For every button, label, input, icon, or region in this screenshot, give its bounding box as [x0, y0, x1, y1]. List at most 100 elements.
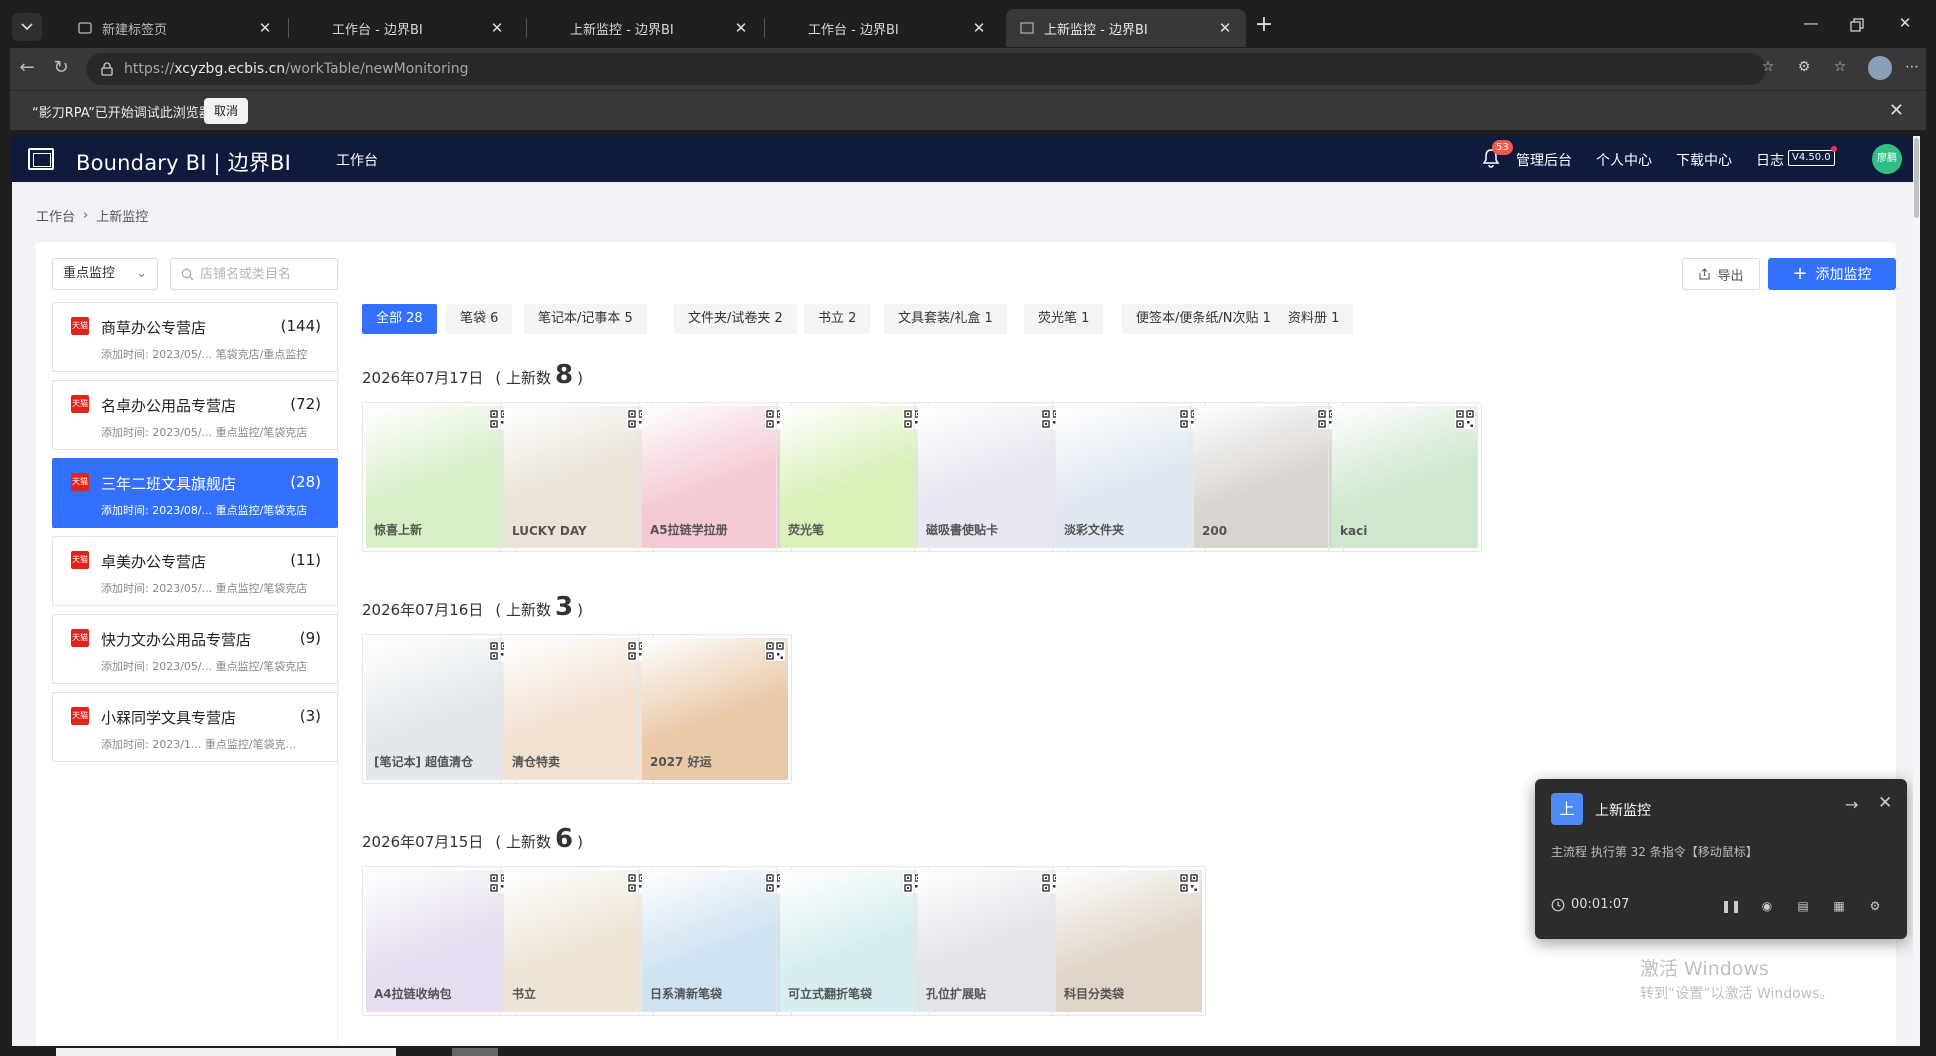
log-document-icon[interactable]: ▤ [1785, 895, 1821, 917]
extensions-icon[interactable]: ⚙ [1794, 59, 1814, 79]
refresh-icon[interactable]: ↻ [50, 58, 72, 80]
shop-item[interactable]: 天猫 小槑同学文具专营店 (3) 添加时间: 2023/1... 重点监控/笔袋… [52, 692, 338, 762]
shop-item[interactable]: 天猫 名卓办公用品专营店 (72) 添加时间: 2023/05/... 重点监控… [52, 380, 338, 450]
shop-search-box[interactable] [170, 258, 338, 290]
favorites-icon[interactable]: ☆ [1830, 59, 1850, 79]
close-infobar-icon[interactable]: ✕ [1889, 100, 1904, 121]
category-tab[interactable]: 文件夹/试卷夹 2 [674, 304, 797, 334]
star-icon[interactable]: ☆ [1758, 59, 1778, 79]
settings-icon[interactable]: ⚙ [1857, 895, 1893, 917]
browser-tab-4[interactable]: 工作台 - 边界BI ✕ [766, 9, 1000, 47]
category-tab[interactable]: 书立 2 [804, 304, 871, 334]
product-thumbnail[interactable]: 日系清新笔袋 [638, 866, 792, 1016]
product-thumbnail[interactable]: 200 [1190, 402, 1344, 552]
category-tab[interactable]: 笔记本/记事本 5 [524, 304, 647, 334]
product-thumbnail[interactable]: 孔位扩展贴 [914, 866, 1068, 1016]
page-scrollbar[interactable] [1913, 136, 1920, 1046]
back-arrow-icon[interactable]: ← [16, 58, 38, 80]
day-count-prefix: ( 上新数 [495, 833, 551, 851]
shop-name: 小槑同学文具专营店 [101, 709, 237, 727]
category-tab-all[interactable]: 全部 28 [362, 304, 437, 334]
taskbar-item[interactable] [452, 1048, 498, 1056]
product-thumbnail[interactable]: A5拉链学拉册 [638, 402, 792, 552]
close-tab-icon[interactable]: ✕ [258, 21, 272, 36]
product-thumbnail[interactable]: 科目分类袋 [1052, 866, 1206, 1016]
tab-label: 上新监控 - 边界BI [570, 22, 674, 38]
browser-address-bar: ← ↻ https:// xcyzbg.ecbis.cn /workTable/… [10, 48, 1926, 90]
rpa-elapsed-time: 00:01:07 [1571, 897, 1630, 912]
browser-tab-3[interactable]: 上新监控 - 边界BI ✕ [528, 9, 762, 47]
category-tab[interactable]: 笔袋 6 [446, 304, 513, 334]
notification-count-badge: 53 [1492, 140, 1513, 155]
profile-avatar-icon[interactable] [1868, 56, 1892, 80]
more-menu-icon[interactable]: ⋯ [1902, 59, 1922, 79]
category-tab[interactable]: 资料册 1 [1274, 304, 1354, 334]
shop-count: (11) [290, 551, 321, 569]
product-thumbnail[interactable]: 淡彩文件夹 [1052, 402, 1206, 552]
breadcrumb-home[interactable]: 工作台 [36, 206, 75, 225]
pause-icon[interactable]: ❚❚ [1713, 895, 1749, 917]
new-tab-button[interactable]: + [1252, 14, 1276, 38]
shop-item[interactable]: 天猫 快力文办公用品专营店 (9) 添加时间: 2023/05/... 重点监控… [52, 614, 338, 684]
product-thumbnail[interactable]: [笔记本] 超值清仓 [362, 634, 516, 784]
day-new-count: 3 [554, 592, 574, 622]
nav-log[interactable]: 日志 [1756, 150, 1784, 170]
close-tab-icon[interactable]: ✕ [490, 21, 504, 36]
stop-icon[interactable]: ◉ [1749, 895, 1785, 917]
product-thumbnail[interactable]: kaci [1328, 402, 1482, 552]
browser-tab-2[interactable]: 工作台 - 边界BI ✕ [290, 9, 518, 47]
shop-meta: 添加时间: 2023/05/... 重点监控/笔袋克店 [101, 582, 308, 595]
shop-item-selected[interactable]: 天猫 三年二班文具旗舰店 (28) 添加时间: 2023/08/... 重点监控… [52, 458, 338, 528]
nav-workbench[interactable]: 工作台 [336, 150, 378, 170]
rpa-controls: ❚❚ ◉ ▤ ▦ ⚙ [1713, 895, 1893, 917]
arrow-right-icon[interactable]: → [1845, 795, 1858, 814]
browser-tab-5[interactable]: 上新监控 - 边界BI ✕ [1006, 9, 1246, 47]
export-icon [1699, 267, 1711, 280]
qr-code-icon[interactable] [765, 641, 785, 661]
taskbar-item[interactable] [56, 1048, 396, 1056]
product-thumbnail[interactable]: 荧光笔 [776, 402, 930, 552]
shop-item[interactable]: 天猫 卓美办公专营店 (11) 添加时间: 2023/05/... 重点监控/笔… [52, 536, 338, 606]
close-window-icon[interactable]: ✕ [1894, 14, 1916, 36]
close-tab-icon[interactable]: ✕ [1218, 21, 1232, 36]
product-thumbnail[interactable]: 2027 好运 [638, 634, 792, 784]
browser-tab-1[interactable]: 新建标签页 ✕ [64, 9, 286, 47]
product-thumbnail[interactable]: A4拉链收纳包 [362, 866, 516, 1016]
close-panel-icon[interactable]: ✕ [1878, 793, 1892, 813]
nav-personal-center[interactable]: 个人中心 [1596, 150, 1652, 170]
scrollbar-thumb[interactable] [1914, 138, 1919, 218]
minimize-icon[interactable]: — [1800, 14, 1822, 36]
qr-code-icon[interactable] [1455, 409, 1475, 429]
product-thumbnail[interactable]: 清仓特卖 [500, 634, 654, 784]
product-thumbnail[interactable]: LUCKY DAY [500, 402, 654, 552]
shop-name: 快力文办公用品专营店 [101, 631, 252, 649]
nav-admin[interactable]: 管理后台 [1516, 150, 1572, 170]
nav-download-center[interactable]: 下载中心 [1676, 150, 1732, 170]
shop-item[interactable]: 天猫 商草办公专营店 (144) 添加时间: 2023/05/... 笔袋克店/… [52, 302, 338, 372]
product-thumbnail[interactable]: 惊喜上新 [362, 402, 516, 552]
close-tab-icon[interactable]: ✕ [734, 21, 748, 36]
site-favicon-icon [1020, 22, 1034, 34]
day-new-count: 8 [554, 360, 574, 390]
category-tab[interactable]: 文具套装/礼盒 1 [884, 304, 1007, 334]
close-tab-icon[interactable]: ✕ [972, 21, 986, 36]
qr-code-icon[interactable] [1179, 873, 1199, 893]
category-tab[interactable]: 荧光笔 1 [1024, 304, 1104, 334]
url-input[interactable]: https:// xcyzbg.ecbis.cn /workTable/newM… [86, 53, 1766, 85]
product-thumbnail[interactable]: 书立 [500, 866, 654, 1016]
product-thumbnail[interactable]: 磁吸書使贴卡 [914, 402, 1068, 552]
table-view-icon[interactable]: ▦ [1821, 895, 1857, 917]
tab-label: 工作台 - 边界BI [808, 22, 899, 38]
search-input[interactable] [200, 266, 330, 282]
cancel-debug-button[interactable]: 取消 [204, 98, 248, 124]
user-avatar[interactable]: 廖鹏 [1872, 144, 1902, 174]
monitor-filter-select[interactable]: 重点监控 ⌄ [52, 258, 158, 290]
product-caption: kaci [1340, 524, 1368, 538]
add-monitor-button[interactable]: + 添加监控 [1768, 258, 1896, 290]
rpa-timer: 00:01:07 [1551, 897, 1629, 912]
restore-icon[interactable] [1846, 14, 1868, 36]
category-tab[interactable]: 便签本/便条纸/N次贴 1 [1122, 304, 1285, 334]
product-thumbnail[interactable]: 可立式翻折笔袋 [776, 866, 930, 1016]
tab-actions-button[interactable] [12, 13, 42, 41]
export-button[interactable]: 导出 [1682, 258, 1760, 290]
